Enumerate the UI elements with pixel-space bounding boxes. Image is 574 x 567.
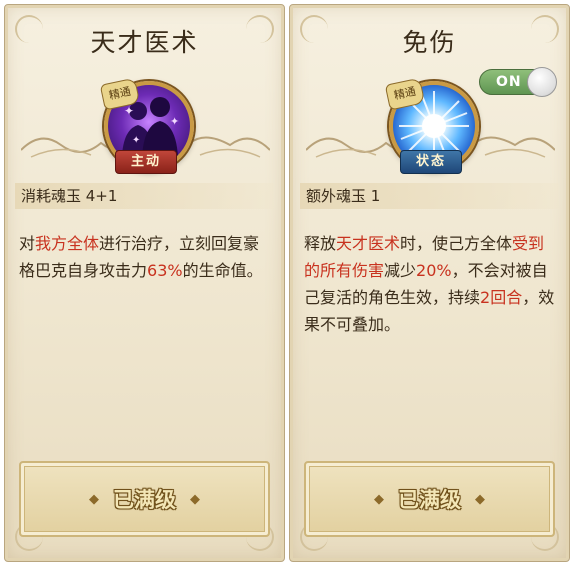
skill-cost: 消耗魂玉 4+1 bbox=[15, 183, 274, 209]
skill-type-badge: 状态 bbox=[400, 150, 462, 174]
svg-text:✦: ✦ bbox=[132, 135, 140, 146]
skill-type-badge: 主动 bbox=[115, 150, 177, 174]
skill-toggle[interactable]: ON bbox=[479, 67, 557, 97]
skill-title: 天才医术 bbox=[90, 28, 199, 57]
toggle-knob[interactable] bbox=[527, 67, 557, 97]
highlight-text: 63% bbox=[147, 261, 183, 280]
diamond-icon: ◆ bbox=[89, 491, 99, 507]
description-text: 的生命值。 bbox=[182, 261, 263, 280]
skill-description: 释放天才医术时，使己方全体受到的所有伤害减少20%，不会对被自己复活的角色生效，… bbox=[304, 230, 557, 338]
skill-card-damage-reduction: 免伤 ON 精通 状态 额外魂玉 1 释放天才医术时，使己方全体受到的所有伤害减… bbox=[289, 4, 570, 562]
max-level-label: 已满级 bbox=[113, 488, 176, 512]
highlight-text: 我方全体 bbox=[35, 234, 100, 253]
skill-cost: 额外魂玉 1 bbox=[300, 183, 559, 209]
toggle-state-label: ON bbox=[496, 74, 522, 90]
svg-text:✦: ✦ bbox=[170, 115, 179, 128]
description-text: 减少 bbox=[384, 261, 417, 280]
max-level-label: 已满级 bbox=[398, 488, 461, 512]
description-text: 对 bbox=[19, 234, 36, 253]
highlight-text: 2回合 bbox=[480, 288, 523, 307]
skill-description: 对我方全体进行治疗，立刻回复豪格巴克自身攻击力63%的生命值。 bbox=[19, 230, 272, 284]
max-level-button[interactable]: ◆ 已满级 ◆ bbox=[304, 461, 555, 537]
diamond-icon: ◆ bbox=[475, 491, 485, 507]
diamond-icon: ◆ bbox=[374, 491, 384, 507]
description-text: 时，使己方全体 bbox=[400, 234, 513, 253]
diamond-icon: ◆ bbox=[190, 491, 200, 507]
description-text: 释放 bbox=[304, 234, 337, 253]
max-level-button[interactable]: ◆ 已满级 ◆ bbox=[19, 461, 270, 537]
highlight-text: 20% bbox=[416, 261, 452, 280]
skill-title: 免伤 bbox=[402, 28, 457, 57]
highlight-text: 天才医术 bbox=[336, 234, 401, 253]
skill-card-genius-medicine: 天才医术 ✦ ✦ ✦ 精通 主动 消耗魂玉 4+1 对我方全体进行治疗，立刻回复… bbox=[4, 4, 285, 562]
